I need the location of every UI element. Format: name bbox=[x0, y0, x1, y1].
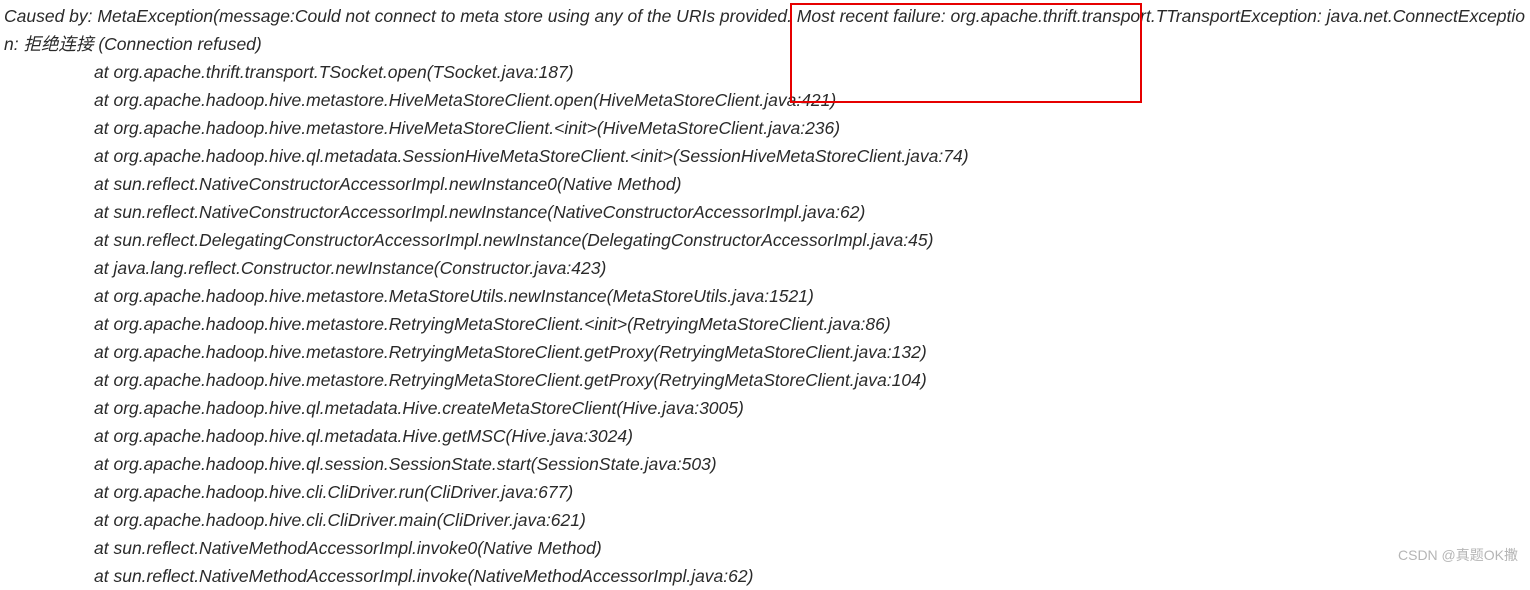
stack-frame: at sun.reflect.NativeConstructorAccessor… bbox=[4, 198, 1530, 226]
stack-trace: at org.apache.thrift.transport.TSocket.o… bbox=[4, 58, 1530, 590]
stack-frame: at org.apache.hadoop.hive.metastore.Meta… bbox=[4, 282, 1530, 310]
stack-frame: at sun.reflect.DelegatingConstructorAcce… bbox=[4, 226, 1530, 254]
stack-frame: at org.apache.hadoop.hive.ql.metadata.Hi… bbox=[4, 394, 1530, 422]
watermark: CSDN @真题OK撒 bbox=[1398, 541, 1518, 569]
stack-frame: at org.apache.hadoop.hive.cli.CliDriver.… bbox=[4, 478, 1530, 506]
stack-frame: at org.apache.hadoop.hive.metastore.Retr… bbox=[4, 366, 1530, 394]
stack-frame: at org.apache.thrift.transport.TSocket.o… bbox=[4, 58, 1530, 86]
stack-frame: at sun.reflect.NativeMethodAccessorImpl.… bbox=[4, 534, 1530, 562]
stack-frame: at sun.reflect.NativeMethodAccessorImpl.… bbox=[4, 562, 1530, 590]
exception-header: Caused by: MetaException(message:Could n… bbox=[4, 2, 1529, 58]
stack-frame: at java.lang.reflect.Constructor.newInst… bbox=[4, 254, 1530, 282]
stack-frame: at org.apache.hadoop.hive.ql.metadata.Hi… bbox=[4, 422, 1530, 450]
stack-frame: at org.apache.hadoop.hive.ql.session.Ses… bbox=[4, 450, 1530, 478]
stack-frame: at org.apache.hadoop.hive.ql.metadata.Se… bbox=[4, 142, 1530, 170]
stack-frame: at sun.reflect.NativeConstructorAccessor… bbox=[4, 170, 1530, 198]
stack-frame: at org.apache.hadoop.hive.metastore.Retr… bbox=[4, 310, 1530, 338]
stack-frame: at org.apache.hadoop.hive.metastore.Hive… bbox=[4, 86, 1530, 114]
stack-frame: at org.apache.hadoop.hive.metastore.Hive… bbox=[4, 114, 1530, 142]
stack-frame: at org.apache.hadoop.hive.metastore.Retr… bbox=[4, 338, 1530, 366]
stack-frame: at org.apache.hadoop.hive.cli.CliDriver.… bbox=[4, 506, 1530, 534]
